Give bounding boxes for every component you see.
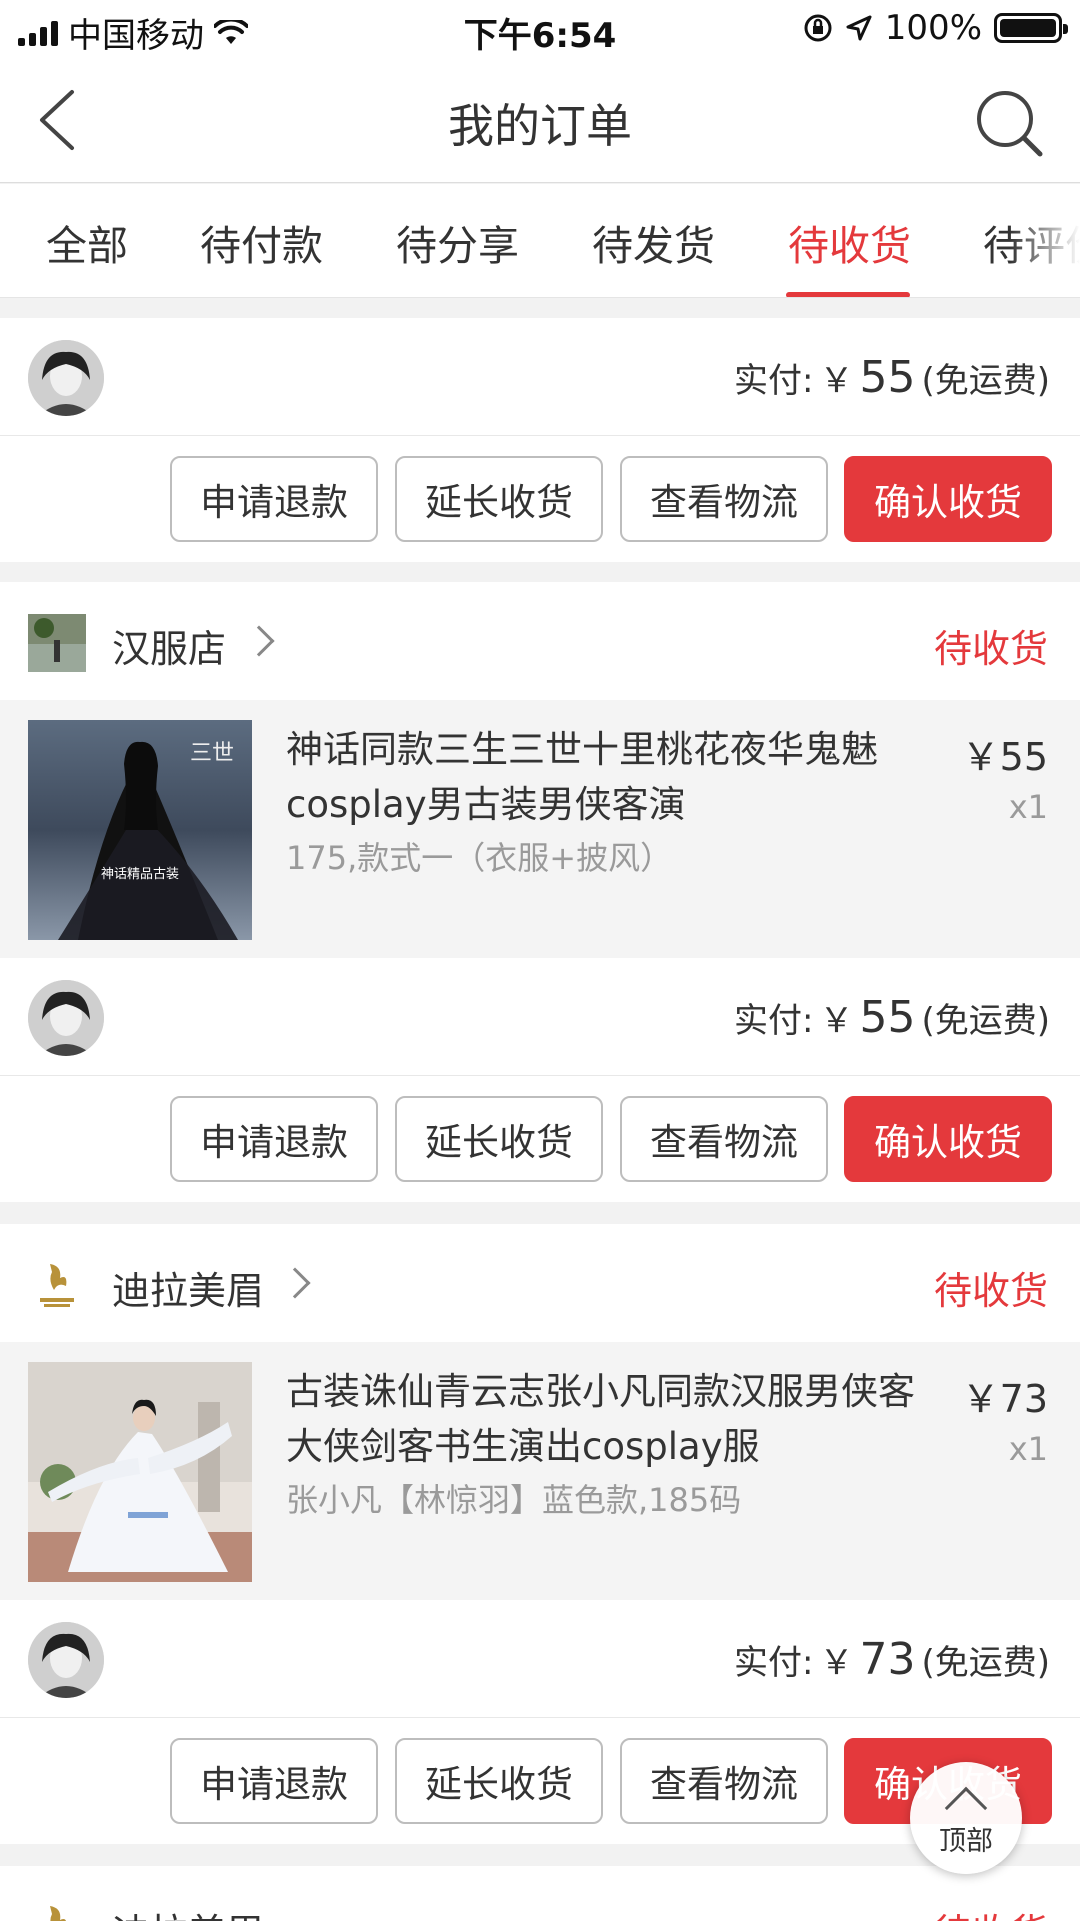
product-image [28, 1362, 252, 1582]
product-image: 三世 神话精品古装 [28, 720, 252, 940]
shop-header[interactable]: 汉服店 待收货 [0, 582, 1080, 700]
orientation-lock-icon [804, 14, 832, 42]
extend-receipt-button[interactable]: 延长收货 [395, 456, 603, 542]
nav-bar: 我的订单 [0, 60, 1080, 183]
battery-icon [994, 13, 1068, 43]
product-spec: 张小凡【林惊羽】蓝色款,185码 [286, 1481, 742, 1519]
paid-value: 73 [859, 1634, 916, 1685]
order-item[interactable]: 古装诛仙青云志张小凡同款汉服男侠客大侠剑客书生演出cosplay服 张小凡【林惊… [0, 1342, 1080, 1600]
paid-label: 实付: [734, 1643, 814, 1683]
product-title: 神话同款三生三世十里桃花夜华鬼魅cosplay男古装男侠客演 [286, 728, 878, 826]
action-row: 申请退款 延长收货 查看物流 确认收货 [0, 1076, 1080, 1202]
product-spec: 175,款式一（衣服+披风） [286, 839, 673, 877]
paid-amount: 实付: ￥ 73 (免运费) [734, 1634, 1050, 1685]
view-logistics-button[interactable]: 查看物流 [620, 1096, 828, 1182]
order-card: 实付: ￥ 55 (免运费) 申请退款 延长收货 查看物流 确认收货 [0, 318, 1080, 562]
order-status: 待收货 [933, 627, 1048, 671]
payment-row: 实付: ￥ 55 (免运费) [0, 318, 1080, 436]
tab-pending-shipment[interactable]: 待发货 [592, 212, 715, 272]
tab-pending-payment[interactable]: 待付款 [200, 212, 323, 272]
order-card: 迪拉美眉 待收货 [0, 1866, 1080, 1921]
avatar [28, 1622, 104, 1698]
paid-value: 55 [859, 992, 916, 1043]
shop-logo [28, 1256, 86, 1314]
tabs-fade [1010, 184, 1080, 297]
shipping-note: (免运费) [921, 1643, 1050, 1683]
search-icon[interactable] [974, 88, 1046, 160]
chevron-right-icon [243, 625, 275, 657]
avatar [28, 980, 104, 1056]
currency-symbol: ￥ [819, 1001, 854, 1041]
active-tab-indicator [786, 292, 910, 297]
payment-row: 实付: ￥ 55 (免运费) [0, 958, 1080, 1076]
status-right: 100% [803, 8, 1068, 48]
tab-pending-share[interactable]: 待分享 [396, 212, 519, 272]
shop-header[interactable]: 迪拉美眉 待收货 [0, 1866, 1080, 1921]
paid-value: 55 [859, 352, 916, 403]
action-row: 申请退款 延长收货 查看物流 确认收货 [0, 436, 1080, 562]
shop-name[interactable]: 迪拉美眉 [112, 1902, 264, 1921]
page-title: 我的订单 [448, 99, 632, 153]
currency-symbol: ￥ [819, 361, 854, 401]
view-logistics-button[interactable]: 查看物流 [620, 1738, 828, 1824]
battery-percent: 100% [884, 8, 982, 48]
payment-row: 实付: ￥ 73 (免运费) [0, 1600, 1080, 1718]
shop-logo [28, 614, 86, 672]
location-arrow-icon [846, 15, 872, 41]
order-status: 待收货 [933, 1269, 1048, 1313]
refund-button[interactable]: 申请退款 [170, 456, 378, 542]
tab-all[interactable]: 全部 [46, 212, 128, 272]
confirm-receipt-button[interactable]: 确认收货 [844, 456, 1052, 542]
product-price: ￥73 [961, 1377, 1048, 1421]
paid-amount: 实付: ￥ 55 (免运费) [734, 352, 1050, 403]
refund-button[interactable]: 申请退款 [170, 1738, 378, 1824]
image-calligraphy: 三世 [190, 741, 234, 766]
extend-receipt-button[interactable]: 延长收货 [395, 1096, 603, 1182]
status-bar: 中国移动 下午6:54 100% [0, 0, 1080, 60]
shop-logo [28, 1898, 86, 1921]
shipping-note: (免运费) [921, 1001, 1050, 1041]
product-price: ￥55 [961, 735, 1048, 779]
order-card: 迪拉美眉 待收货 古装诛仙青云志张小凡同款汉服男侠客大侠剑客书生演出cospla… [0, 1224, 1080, 1844]
avatar [28, 340, 104, 416]
paid-label: 实付: [734, 361, 814, 401]
order-status-tabs: 全部 待付款 待分享 待发货 待收货 待评价 [0, 184, 1080, 298]
extend-receipt-button[interactable]: 延长收货 [395, 1738, 603, 1824]
shop-header[interactable]: 迪拉美眉 待收货 [0, 1224, 1080, 1342]
product-title: 古装诛仙青云志张小凡同款汉服男侠客大侠剑客书生演出cosplay服 [286, 1370, 915, 1468]
order-card: 汉服店 待收货 三世 神话精品古装 神话同款三生三世十里桃花夜华鬼魅cospla… [0, 582, 1080, 1202]
shop-name[interactable]: 迪拉美眉 [112, 1260, 264, 1315]
order-status: 待收货 [934, 1902, 1048, 1921]
refund-button[interactable]: 申请退款 [170, 1096, 378, 1182]
confirm-receipt-button[interactable]: 确认收货 [844, 1096, 1052, 1182]
order-item[interactable]: 三世 神话精品古装 神话同款三生三世十里桃花夜华鬼魅cosplay男古装男侠客演… [0, 700, 1080, 958]
chevron-right-icon [279, 1267, 311, 1299]
image-caption: 神话精品古装 [101, 867, 179, 882]
tab-pending-receipt[interactable]: 待收货 [788, 212, 911, 272]
view-logistics-button[interactable]: 查看物流 [620, 456, 828, 542]
paid-label: 实付: [734, 1001, 814, 1041]
paid-amount: 实付: ￥ 55 (免运费) [734, 992, 1050, 1043]
back-to-top-button[interactable]: 顶部 [910, 1762, 1022, 1874]
product-quantity: x1 [1008, 788, 1048, 826]
currency-symbol: ￥ [819, 1643, 854, 1683]
shipping-note: (免运费) [921, 361, 1050, 401]
product-quantity: x1 [1008, 1430, 1048, 1468]
shop-name[interactable]: 汉服店 [112, 618, 226, 673]
